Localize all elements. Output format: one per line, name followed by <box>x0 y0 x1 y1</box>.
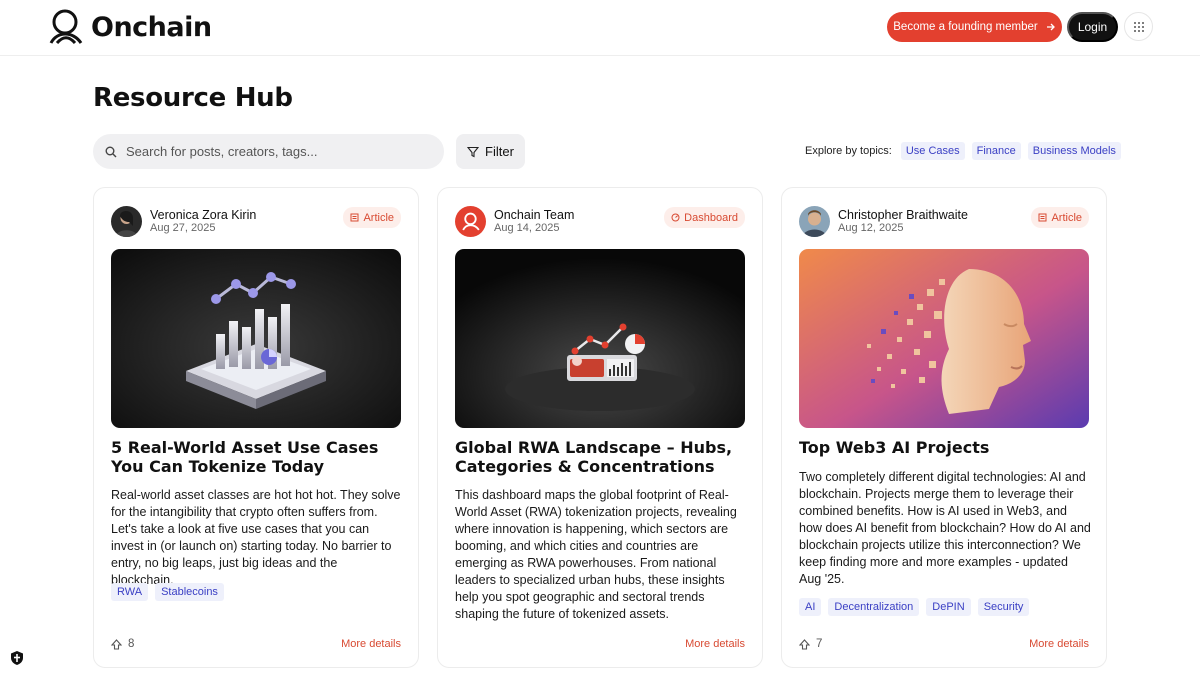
card-author-row: Veronica Zora Kirin Aug 27, 2025 <box>111 206 256 237</box>
privacy-shield-button[interactable] <box>9 650 25 666</box>
search-input[interactable] <box>126 144 426 159</box>
topics-label: Explore by topics: <box>805 145 892 157</box>
card-title[interactable]: 5 Real-World Asset Use Cases You Can Tok… <box>111 438 403 476</box>
tag-ai[interactable]: AI <box>799 598 822 616</box>
article-icon <box>350 213 359 222</box>
tag-depin[interactable]: DePIN <box>926 598 971 616</box>
card-tags: RWA Stablecoins <box>111 583 224 601</box>
tag-security[interactable]: Security <box>977 598 1030 616</box>
avatar <box>799 206 830 237</box>
more-details-link[interactable]: More details <box>1029 638 1089 650</box>
upvote-arrow-icon <box>111 638 122 650</box>
filter-button[interactable]: Filter <box>456 134 525 169</box>
topic-chip-finance[interactable]: Finance <box>971 142 1021 160</box>
card-tags: AI Decentralization DePIN Security <box>799 598 1030 616</box>
more-details-link[interactable]: More details <box>685 638 745 650</box>
resource-card[interactable]: Onchain Team Aug 14, 2025 Dashboard Glob… <box>437 187 763 668</box>
post-date: Aug 12, 2025 <box>838 222 904 234</box>
search-icon <box>105 146 117 157</box>
avatar <box>111 206 142 237</box>
explore-topics: Explore by topics: Use Cases Finance Bus… <box>805 142 1121 160</box>
logo-text: Onchain <box>91 11 212 43</box>
type-label: Article <box>1051 211 1082 224</box>
card-title[interactable]: Top Web3 AI Projects <box>799 438 1091 457</box>
upvote-button[interactable]: 8 <box>111 638 134 650</box>
card-description: This dashboard maps the global footprint… <box>455 488 737 621</box>
card-image[interactable] <box>455 249 745 428</box>
card-author-row: Onchain Team Aug 14, 2025 <box>455 206 574 237</box>
card-author-row: Christopher Braithwaite Aug 12, 2025 <box>799 206 968 237</box>
upvote-count: 7 <box>816 638 823 650</box>
logo[interactable]: Onchain <box>47 9 212 45</box>
card-description: Two completely different digital technol… <box>799 470 1091 586</box>
tag-decentralization[interactable]: Decentralization <box>828 598 920 616</box>
upvote-button[interactable]: 7 <box>799 638 822 650</box>
page-title: Resource Hub <box>93 83 293 113</box>
tag-rwa[interactable]: RWA <box>111 583 149 601</box>
type-badge: Article <box>343 207 401 228</box>
filter-label: Filter <box>485 144 514 159</box>
search-bar[interactable] <box>93 134 444 169</box>
grid-dots-icon <box>1133 21 1144 32</box>
resource-card[interactable]: Christopher Braithwaite Aug 12, 2025 Art… <box>781 187 1107 668</box>
author-name[interactable]: Onchain Team <box>494 208 574 222</box>
topic-chip-use-cases[interactable]: Use Cases <box>900 142 965 160</box>
resource-card[interactable]: Veronica Zora Kirin Aug 27, 2025 Article <box>93 187 419 668</box>
filter-icon <box>467 146 480 157</box>
dashboard-icon <box>671 213 680 222</box>
card-description: Real-world asset classes are hot hot hot… <box>111 488 401 587</box>
more-details-link[interactable]: More details <box>341 638 401 650</box>
onchain-logo-icon <box>49 9 83 45</box>
onchain-logo-icon <box>461 212 480 231</box>
author-name[interactable]: Christopher Braithwaite <box>838 208 968 222</box>
article-icon <box>1038 213 1047 222</box>
tag-stablecoins[interactable]: Stablecoins <box>155 583 224 601</box>
become-founding-member-button[interactable]: Become a founding member <box>887 12 1062 42</box>
card-title[interactable]: Global RWA Landscape – Hubs, Categories … <box>455 438 747 476</box>
apps-menu-button[interactable] <box>1124 12 1153 41</box>
type-badge: Dashboard <box>664 207 745 228</box>
upvote-count: 8 <box>128 638 135 650</box>
post-date: Aug 14, 2025 <box>494 222 560 234</box>
upvote-arrow-icon <box>799 638 810 650</box>
card-image[interactable] <box>799 249 1089 428</box>
arrow-right-icon <box>1046 23 1055 31</box>
type-label: Article <box>363 211 394 224</box>
type-label: Dashboard <box>684 211 738 224</box>
login-button[interactable]: Login <box>1067 12 1118 42</box>
topic-chip-business-models[interactable]: Business Models <box>1027 142 1121 160</box>
post-date: Aug 27, 2025 <box>150 222 216 234</box>
author-name[interactable]: Veronica Zora Kirin <box>150 208 256 222</box>
type-badge: Article <box>1031 207 1089 228</box>
founding-button-label: Become a founding member <box>893 21 1038 33</box>
card-image[interactable] <box>111 249 401 428</box>
shield-icon <box>11 651 23 665</box>
avatar <box>455 206 486 237</box>
top-navigation: Onchain Become a founding member Login <box>0 0 1200 56</box>
